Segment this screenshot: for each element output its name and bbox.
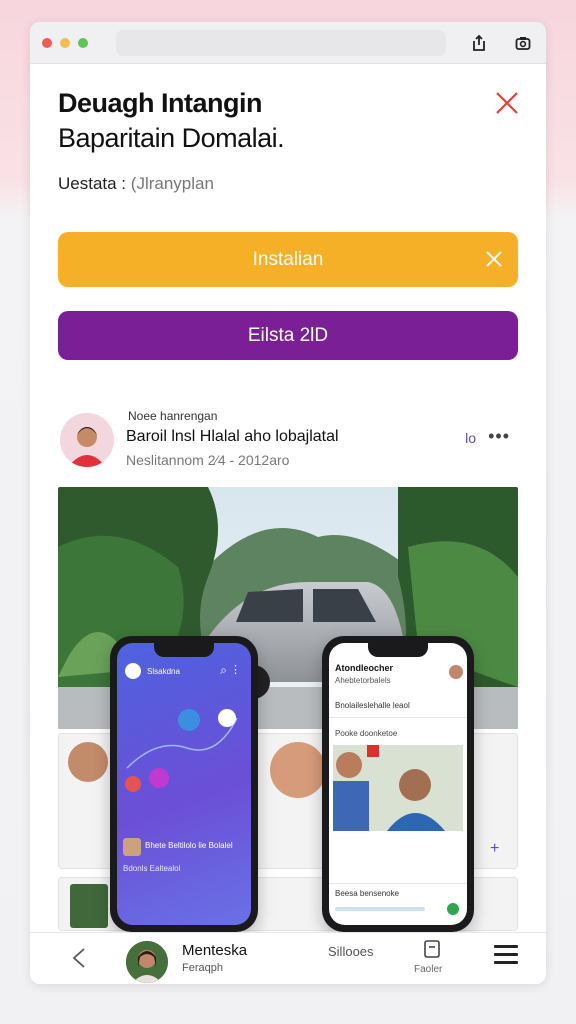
post-count[interactable]: lo <box>465 430 476 446</box>
add-icon[interactable]: + <box>490 840 499 858</box>
title-line-1: Deuagh Intangin <box>58 88 263 118</box>
window-close-dot[interactable] <box>42 37 52 48</box>
phone-right-title: Atondleocher <box>335 663 394 673</box>
play-icon[interactable] <box>447 903 459 915</box>
app-name: Slsakdna <box>147 667 180 676</box>
app-logo-icon <box>125 663 141 679</box>
camera-icon[interactable] <box>512 32 534 54</box>
phone-right: Atondleocher Ahebtetorbalels Bnolailesle… <box>322 636 474 932</box>
meta-value: (Jlranyplan <box>130 174 214 193</box>
nav-sub: Feraqph <box>182 962 223 974</box>
window-maximize-dot[interactable] <box>78 37 88 48</box>
nav-name: Menteska <box>182 942 248 959</box>
install-button-label: Instalian <box>252 248 324 270</box>
phone-right-footer: Beesa bensenoke <box>335 889 400 898</box>
nav-mid-label[interactable]: Sillooes <box>328 944 374 959</box>
phone-right-subtitle: Ahebtetorbalels <box>335 676 391 685</box>
gallery-avatar-3 <box>270 742 326 798</box>
search-icon[interactable]: ⌕ <box>220 663 227 678</box>
secondary-button-label: Eilsta 2lD <box>247 324 329 346</box>
card-text-2: Bdonls Ealtealol <box>123 864 181 873</box>
dialog-title: Deuagh Intangin Baparitain Domalai. <box>58 86 285 156</box>
window-minimize-dot[interactable] <box>60 37 70 48</box>
phone-right-avatar[interactable] <box>449 665 463 679</box>
gallery-avatar-2 <box>70 884 108 928</box>
phone-right-row: Bnolaileslehalle leaol <box>335 701 410 710</box>
more-icon[interactable]: ••• <box>488 426 510 447</box>
meta-label: Uestata : <box>58 174 127 193</box>
post-text: Baroil lnsl Hlalal aho lobajlatal <box>126 428 339 445</box>
post-header: Noee hanrengan Baroil lnsl Hlalal aho lo… <box>58 408 518 478</box>
card-text: Bhete Beltilolo lie Bolalel <box>145 841 233 850</box>
bottom-nav: Menteska Feraqph Sillooes Faoler <box>30 932 546 984</box>
kebab-icon[interactable]: ⋮ <box>230 663 241 676</box>
app-window: Deuagh Intangin Baparitain Domalai. Uest… <box>30 22 546 984</box>
phone-right-photo <box>333 745 463 831</box>
phone-right-screen: Atondleocher Ahebtetorbalels Bnolailesle… <box>329 643 467 925</box>
avatar[interactable] <box>60 413 114 467</box>
window-chrome <box>30 22 546 64</box>
gallery-avatar-1 <box>68 742 108 782</box>
phone-right-section: Pooke doonketoe <box>335 729 398 738</box>
bookmark-icon[interactable] <box>420 939 444 964</box>
dismiss-icon[interactable] <box>484 249 504 275</box>
title-line-2: Baparitain Domalai. <box>58 123 285 153</box>
secondary-button[interactable]: Eilsta 2lD <box>58 311 518 360</box>
back-chevron-icon[interactable] <box>70 947 88 974</box>
post-overline: Noee hanrengan <box>128 409 218 423</box>
meta-row: Uestata : (Jlranyplan <box>58 174 214 194</box>
nav-right-label: Faoler <box>414 964 443 975</box>
install-button[interactable]: Instalian <box>58 232 518 287</box>
phone-left-screen: Slsakdna ⌕ ⋮ Bhete Beltilolo lie Bolalel… <box>117 643 251 925</box>
phone-left-card[interactable]: Bhete Beltilolo lie Bolalel Bdonls Ealte… <box>123 838 243 882</box>
address-bar[interactable] <box>116 29 446 56</box>
share-icon[interactable] <box>468 32 490 54</box>
phone-right-progress[interactable] <box>335 907 425 911</box>
nav-avatar[interactable] <box>124 939 170 984</box>
post-date: Neslitannom 2⁄4 - 2012aro <box>126 452 290 468</box>
phone-left: Slsakdna ⌕ ⋮ Bhete Beltilolo lie Bolalel… <box>110 636 258 932</box>
menu-icon[interactable] <box>494 945 518 969</box>
close-icon[interactable] <box>494 90 520 116</box>
